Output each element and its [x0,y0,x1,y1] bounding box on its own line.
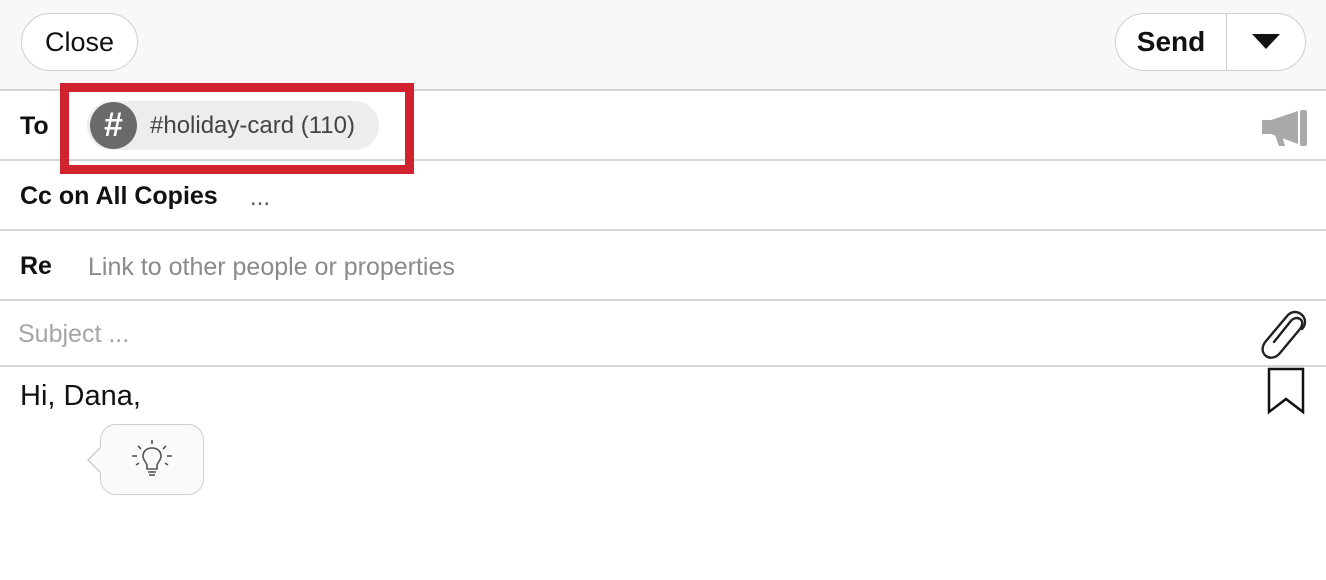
tip-bubble[interactable] [100,424,204,495]
lightbulb-icon [132,439,172,476]
megaphone-icon[interactable] [1260,108,1310,148]
send-button-group: Send [1115,13,1306,71]
cc-row: Cc on All Copies [0,161,1326,231]
caret-down-icon [1252,34,1280,49]
cc-value[interactable]: ... [250,184,270,212]
bookmark-icon[interactable] [1266,367,1306,415]
close-button[interactable]: Close [21,13,138,71]
re-input[interactable] [88,249,788,285]
recipient-chip-label: #holiday-card (110) [150,111,355,139]
send-options-button[interactable] [1227,14,1305,70]
re-label: Re [20,252,52,280]
to-label: To [20,112,49,140]
send-button[interactable]: Send [1116,14,1227,70]
compose-toolbar: Close Send [0,0,1326,91]
recipient-chip[interactable]: # #holiday-card (110) [87,101,379,150]
cc-label: Cc on All Copies [20,182,218,210]
subject-input[interactable] [18,316,718,352]
tip-bubble-pointer-fill [89,447,102,473]
hashtag-icon: # [90,102,137,149]
paperclip-icon[interactable] [1258,309,1314,361]
message-body[interactable]: Hi, Dana, [20,380,141,413]
